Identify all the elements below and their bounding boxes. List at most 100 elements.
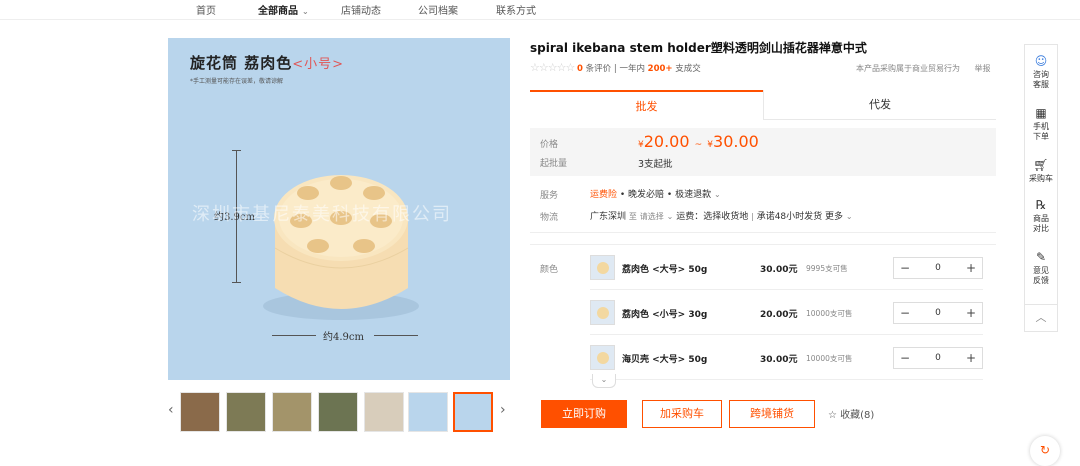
sku-thumbnail[interactable] [590,345,615,370]
chat-icon: ↻ [1039,443,1051,457]
quantity-stepper: − 0 + [893,257,983,279]
section-divider [530,232,996,233]
qrcode-icon: ▦ [1035,106,1047,120]
nav-all-products[interactable]: 全部商品 ⌄ [258,2,309,17]
quantity-input[interactable]: 0 [916,303,960,323]
star-icon: ☆ [828,410,837,421]
back-to-top-button[interactable]: ︿ [1024,304,1058,332]
thumbnail-6[interactable] [408,392,448,432]
cart-icon: 🛒︎ [1033,158,1049,172]
add-to-cart-button[interactable]: 加采购车 [642,400,722,428]
sku-name: 海贝壳 <大号> 50g [622,355,708,365]
thumbnail-strip: ‹ › [168,392,510,436]
nav-company-profile[interactable]: 公司档案 [418,2,458,17]
chevron-up-icon: ︿ [1035,311,1047,324]
tab-wholesale[interactable]: 批发 [530,90,763,120]
tab-dropship[interactable]: 代发 [763,90,996,120]
main-product-image[interactable]: 旋花筒 荔肉色<小号> *手工测量可能存在误差，敬请谅解 约3.9cm 约4.9… [168,38,510,380]
sku-thumbnail[interactable] [590,255,615,280]
logistics-divider: | [751,212,754,221]
watermark: 深圳市基尼泰美科技有限公司 [192,204,452,225]
price-max: 30.00 [713,132,759,151]
top-nav: 首页 全部商品 ⌄ 店铺动态 公司档案 联系方式 [0,0,1080,20]
nav-home[interactable]: 首页 [196,2,216,17]
destination-select[interactable]: 请选择 [640,212,664,221]
thumbnail-1[interactable] [180,392,220,432]
favorite-button[interactable]: ☆ 收藏(8) [828,406,874,421]
plus-button[interactable]: + [960,303,982,323]
thumbnail-4[interactable] [318,392,358,432]
logistics-more[interactable]: 更多 [825,212,843,222]
sku-thumbnail[interactable] [590,300,615,325]
price-range: ¥20.00 ~ ¥30.00 [638,132,759,151]
sold-suffix: 支成交 [675,64,701,74]
minus-button[interactable]: − [894,348,916,368]
quantity-stepper: − 0 + [893,302,983,324]
moq-value: 3支起批 [638,159,673,170]
quantity-input[interactable]: 0 [916,348,960,368]
sidebar-item-service[interactable]: ☺ 咨询客服 [1025,53,1057,90]
plus-button[interactable]: + [960,348,982,368]
buy-now-button[interactable]: 立即订购 [541,400,627,428]
sidebar-item-label: 意见反馈 [1033,266,1049,285]
rating-label: 条评价 [585,64,612,74]
sku-price: 20.00元 [760,310,798,320]
quantity-stepper: − 0 + [893,347,983,369]
chevron-down-icon: ⌄ [302,7,309,16]
freight-insurance: 运费险 [590,190,618,200]
rating-count[interactable]: 0 [577,64,583,74]
service-items: • 晚发必赔 • 极速退款 [619,190,712,200]
minus-button[interactable]: − [894,303,916,323]
sidebar-item-feedback[interactable]: ✎ 意见反馈 [1025,249,1057,286]
chat-float-button[interactable]: ↻ [1030,436,1060,466]
purchase-tabs: 批发 代发 [530,90,996,120]
logistics-origin: 广东深圳 [590,212,627,222]
sidebar-item-label: 商品对比 [1033,214,1049,233]
sku-row: 海贝壳 <大号> 50g 30.00元 10000支可售 − 0 + [590,336,983,380]
product-meta: ☆☆☆☆☆ 0 条评价 | 一年内 200+ 支成交 [530,61,701,74]
nav-contact[interactable]: 联系方式 [496,2,536,17]
sidebar-item-label: 咨询客服 [1033,70,1049,89]
sidebar-item-cart[interactable]: 🛒︎ 采购车 [1025,157,1057,184]
thumb-next-arrow-icon[interactable]: › [500,402,506,418]
thumbnail-7[interactable] [453,392,493,432]
sku-price: 30.00元 [760,265,798,275]
right-sidebar: ☺ 咨询客服 ▦ 手机下单 🛒︎ 采购车 ℞ 商品对比 ✎ 意见反馈 [1024,44,1058,306]
plus-button[interactable]: + [960,258,982,278]
sold-count: 200+ [647,64,673,74]
service-value[interactable]: 运费险 • 晚发必赔 • 极速退款 ⌄ [590,187,721,200]
thumbnail-3[interactable] [272,392,312,432]
sku-name: 荔肉色 <大号> 50g [622,265,708,275]
product-title: spiral ikebana stem holder塑料透明剑山插花器禅意中式 [530,41,867,55]
logistics-value: 广东深圳 至 请选择 ⌄ 运费：选择收货地 | 承诺48小时发货 更多 ⌄ [590,209,853,222]
width-dimension-line-left [272,335,316,336]
service-label: 服务 [540,191,559,201]
expand-skus-chevron-icon[interactable]: ⌄ [592,374,616,388]
thumbnail-2[interactable] [226,392,266,432]
sku-stock: 10000支可售 [806,354,853,363]
price-separator: ~ [694,140,703,150]
feedback-icon: ✎ [1035,250,1047,264]
sidebar-item-compare[interactable]: ℞ 商品对比 [1025,197,1057,234]
sku-stock: 10000支可售 [806,309,853,318]
quantity-input[interactable]: 0 [916,258,960,278]
chevron-down-icon: ⌄ [666,212,674,221]
width-dimension-line-right [374,335,418,336]
rating-stars-icon: ☆☆☆☆☆ [530,61,575,74]
sidebar-item-mobile[interactable]: ▦ 手机下单 [1025,105,1057,142]
sku-name: 荔肉色 <小号> 30g [622,310,708,320]
price-min: 20.00 [643,132,690,151]
logistics-label: 物流 [540,213,559,223]
thumbnail-5[interactable] [364,392,404,432]
minus-button[interactable]: − [894,258,916,278]
nav-shop-news[interactable]: 店铺动态 [341,2,381,17]
sku-row: 荔肉色 <小号> 30g 20.00元 10000支可售 − 0 + [590,291,983,335]
sku-stock: 9995支可售 [806,264,848,273]
freight-text: 运费：选择收货地 [676,212,749,222]
sold-prefix: 一年内 [619,64,645,74]
favorite-label: 收藏(8) [840,410,875,421]
report-link[interactable]: 举报 [975,64,991,73]
cross-border-button[interactable]: 跨境铺货 [729,400,815,428]
nav-all-products-label: 全部商品 [258,6,298,17]
thumb-prev-arrow-icon[interactable]: ‹ [168,402,174,418]
